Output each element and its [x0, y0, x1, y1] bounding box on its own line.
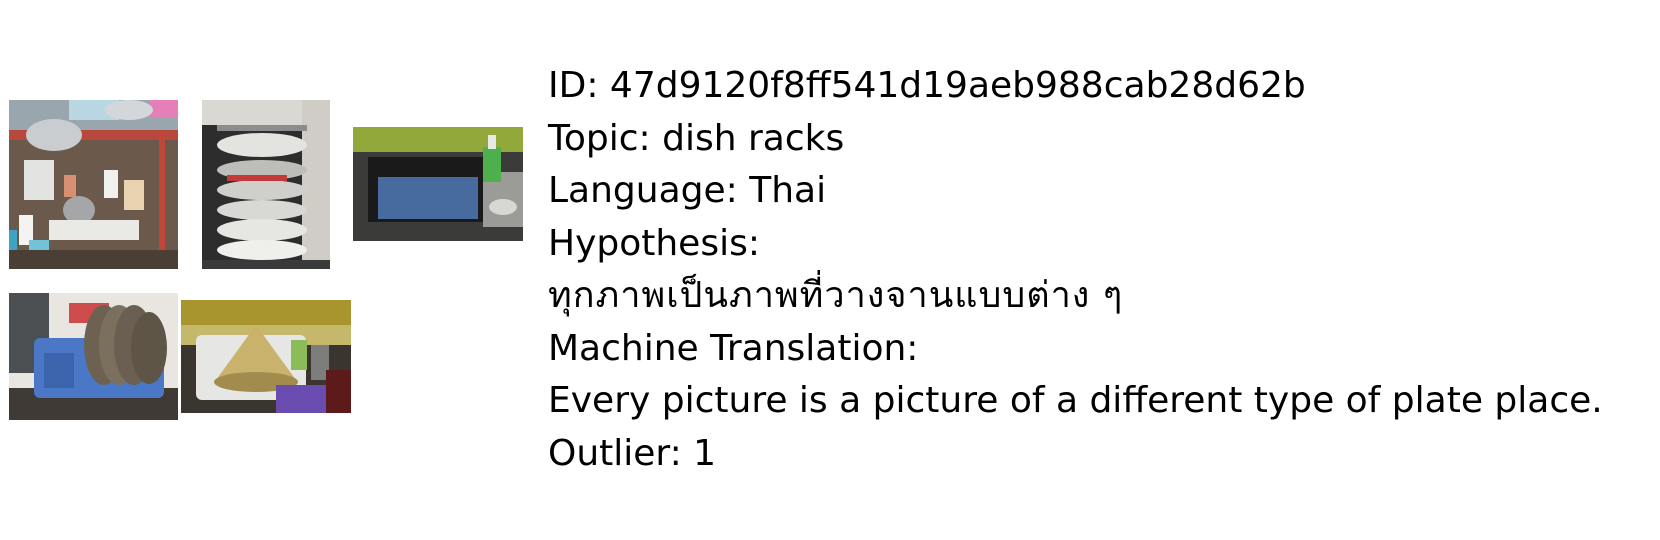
dish-rack-sink-image — [353, 127, 523, 241]
dish-rack-drawer-image — [202, 100, 330, 269]
annotation-info: ID: 47d9120f8ff541d19aeb988cab28d62b Top… — [548, 60, 1603, 480]
dish-rack-photo-1 — [9, 100, 178, 269]
dish-rack-photo-3 — [353, 127, 523, 241]
hypothesis-text: ทุกภาพเป็นภาพที่วางจานแบบต่าง ๆ — [548, 275, 1124, 316]
language-line: Language: Thai — [548, 170, 827, 211]
dish-rack-photo-4 — [9, 293, 178, 420]
dish-rack-shelf-image — [9, 100, 178, 269]
topic-line: Topic: dish racks — [548, 117, 845, 159]
outlier-line: Outlier: 1 — [548, 432, 717, 474]
white-dish-rack-image — [181, 300, 351, 413]
dish-rack-photo-5 — [181, 300, 351, 413]
id-line: ID: 47d9120f8ff541d19aeb988cab28d62b — [548, 65, 1306, 106]
dish-rack-photo-2 — [202, 100, 330, 269]
hypothesis-label: Hypothesis: — [548, 222, 760, 264]
translation-text: Every picture is a picture of a differen… — [548, 380, 1603, 421]
blue-dish-rack-image — [9, 293, 178, 420]
translation-label: Machine Translation: — [548, 327, 919, 369]
